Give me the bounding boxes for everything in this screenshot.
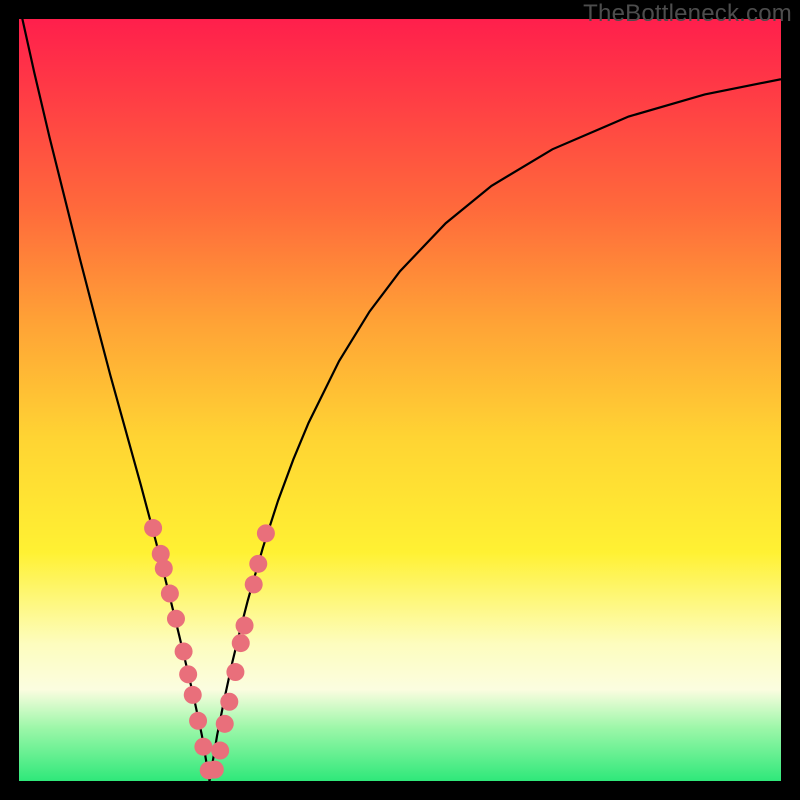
watermark-text: TheBottleneck.com (583, 0, 792, 28)
plot-background (19, 19, 781, 781)
